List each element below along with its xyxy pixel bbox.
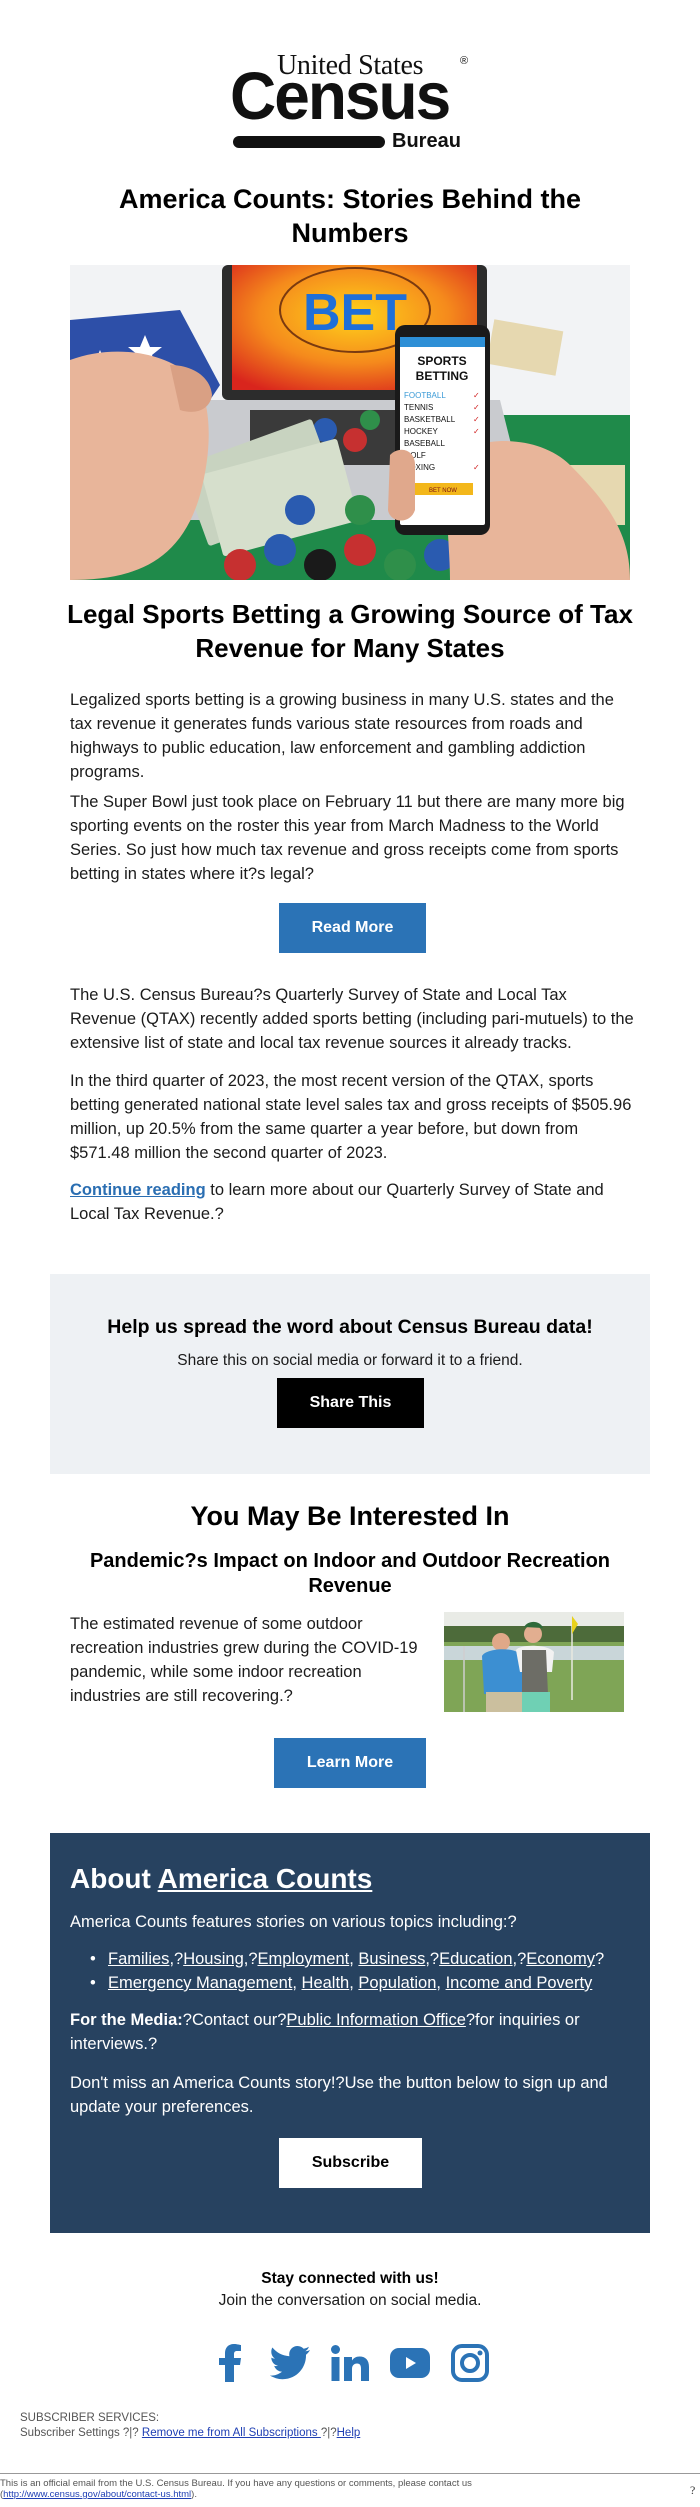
share-section: Help us spread the word about Census Bur… [50, 1274, 650, 1474]
svg-text:HOCKEY: HOCKEY [404, 427, 438, 436]
instagram-icon[interactable] [450, 2343, 490, 2383]
read-more-button[interactable]: Read More [279, 903, 426, 953]
continue-reading-link[interactable]: Continue reading [70, 1181, 206, 1199]
topic-separator: ,? [425, 1950, 440, 1968]
svg-text:TENNIS: TENNIS [404, 403, 433, 412]
about-title: About America Counts [70, 1863, 372, 1895]
topic-link-housing[interactable]: Housing [183, 1950, 244, 1968]
linkedin-icon[interactable] [330, 2343, 370, 2383]
social-icons [210, 2343, 490, 2383]
related-article-image[interactable] [444, 1612, 624, 1712]
story-paragraph-1: Legalized sports betting is a growing bu… [70, 691, 614, 781]
svg-text:✓: ✓ [473, 391, 480, 400]
remove-subscriptions-link[interactable]: Remove me from All Subscriptions [142, 2427, 321, 2439]
facebook-icon[interactable] [210, 2343, 250, 2383]
story-paragraph-4: In the third quarter of 2023, the most r… [70, 1072, 632, 1162]
topic-separator: ,? [512, 1950, 527, 1968]
media-label: For the Media: [70, 2011, 183, 2029]
official-email-text: This is an official email from the U.S. … [0, 2478, 472, 2489]
related-article-title[interactable]: Pandemic?s Impact on Indoor and Outdoor … [70, 1549, 630, 1599]
story-title: Legal Sports Betting a Growing Source of… [67, 599, 633, 663]
logo-census: Census [230, 58, 451, 134]
logo-underline-bar [233, 136, 385, 148]
america-counts-link[interactable]: America Counts [158, 1863, 373, 1894]
svg-text:BASKETBALL: BASKETBALL [404, 415, 456, 424]
topic-separator: , [436, 1974, 446, 1992]
dont-miss-text: Don't miss an America Counts story!?Use … [70, 2074, 608, 2116]
svg-text:BASEBALL: BASEBALL [404, 439, 445, 448]
logo-registered-mark: ® [460, 55, 469, 67]
stay-connected-subtitle: Join the conversation on social media. [218, 2292, 482, 2309]
paren-close: ). [191, 2489, 197, 2500]
footer-divider [0, 2473, 700, 2474]
newsletter-title: America Counts: Stories Behind the Numbe… [118, 184, 582, 248]
separator: ?|? [320, 2427, 337, 2439]
media-text-1: ?Contact our? [182, 2011, 287, 2029]
svg-text:FOOTBALL: FOOTBALL [404, 391, 446, 400]
topic-separator: , [349, 1950, 359, 1968]
related-article-text: The estimated revenue of some outdoor re… [70, 1615, 418, 1705]
help-link[interactable]: Help [337, 2427, 361, 2439]
svg-text:BETTING: BETTING [416, 369, 469, 383]
census-bureau-logo[interactable]: United States ® Census Bureau [230, 50, 470, 155]
svg-text:BET NOW: BET NOW [429, 488, 457, 494]
subscriber-links: Subscriber Settings ?|? Remove me from A… [20, 2426, 360, 2441]
about-america-counts-section: About America Counts America Counts feat… [50, 1833, 650, 2233]
hero-illustration: BET SPORTS BETTING FOOTBALL TENNIS BASKE… [70, 265, 630, 580]
svg-text:✓: ✓ [473, 463, 480, 472]
share-title: Help us spread the word about Census Bur… [107, 1316, 593, 1338]
topic-link-economy[interactable]: Economy [526, 1950, 595, 1968]
svg-text:✓: ✓ [473, 403, 480, 412]
topic-link-education[interactable]: Education [439, 1950, 512, 1968]
topic-separator: ,? [243, 1950, 258, 1968]
trailing-mark: ? [690, 2483, 696, 2497]
svg-text:✓: ✓ [473, 427, 480, 436]
subscribe-button[interactable]: Subscribe [279, 2138, 422, 2188]
stay-connected-title: Stay connected with us! [261, 2270, 439, 2287]
topic-link-health[interactable]: Health [302, 1974, 350, 1992]
share-subtitle: Share this on social media or forward it… [177, 1352, 523, 1369]
contact-url-line: (http://www.census.gov/about/contact-us.… [0, 2489, 472, 2500]
public-information-office-link[interactable]: Public Information Office [286, 2011, 465, 2029]
interested-heading: You May Be Interested In [190, 1501, 510, 1531]
youtube-icon[interactable] [390, 2343, 430, 2383]
contact-us-link[interactable]: http://www.census.gov/about/contact-us.h… [3, 2489, 191, 2500]
topic-link-income-and-poverty[interactable]: Income and Poverty [446, 1974, 593, 1992]
about-intro: America Counts features stories on vario… [70, 1913, 517, 1931]
topic-link-families[interactable]: Families [108, 1950, 169, 1968]
topic-link-employment[interactable]: Employment [258, 1950, 350, 1968]
story-paragraph-3: The U.S. Census Bureau?s Quarterly Surve… [70, 986, 634, 1052]
learn-more-button[interactable]: Learn More [274, 1738, 426, 1788]
hero-image-sports-betting[interactable]: BET SPORTS BETTING FOOTBALL TENNIS BASKE… [70, 265, 630, 580]
share-this-button[interactable]: Share This [277, 1378, 424, 1428]
topics-row-1: Families,?Housing,?Employment, Business,… [90, 1947, 604, 1971]
subscriber-settings-text[interactable]: Subscriber Settings ?|? [20, 2427, 142, 2439]
story-paragraph-2: The Super Bowl just took place on Februa… [70, 793, 625, 883]
official-email-notice: This is an official email from the U.S. … [0, 2478, 472, 2500]
topic-link-business[interactable]: Business [358, 1950, 425, 1968]
logo-bureau: Bureau [392, 130, 461, 152]
twitter-icon[interactable] [270, 2343, 310, 2383]
topic-separator: , [292, 1974, 302, 1992]
subscriber-services-label: SUBSCRIBER SERVICES: [20, 2412, 160, 2424]
subscriber-services: SUBSCRIBER SERVICES: Subscriber Settings… [20, 2411, 360, 2441]
topics-row-2: Emergency Management, Health, Population… [90, 1971, 604, 1995]
topic-separator: ? [595, 1950, 605, 1968]
topic-separator: ,? [169, 1950, 184, 1968]
svg-text:✓: ✓ [473, 415, 480, 424]
media-contact: For the Media:?Contact our?Public Inform… [70, 2008, 635, 2056]
svg-text:SPORTS: SPORTS [417, 354, 466, 368]
topic-link-emergency-management[interactable]: Emergency Management [108, 1974, 292, 1992]
about-title-prefix: About [70, 1863, 158, 1894]
topics-list: Families,?Housing,?Employment, Business,… [90, 1947, 604, 1995]
story-paragraph-5: Continue reading to learn more about our… [70, 1178, 635, 1226]
topic-link-population[interactable]: Population [358, 1974, 436, 1992]
golf-illustration [444, 1612, 624, 1712]
hero-bet-text: BET [303, 284, 407, 342]
